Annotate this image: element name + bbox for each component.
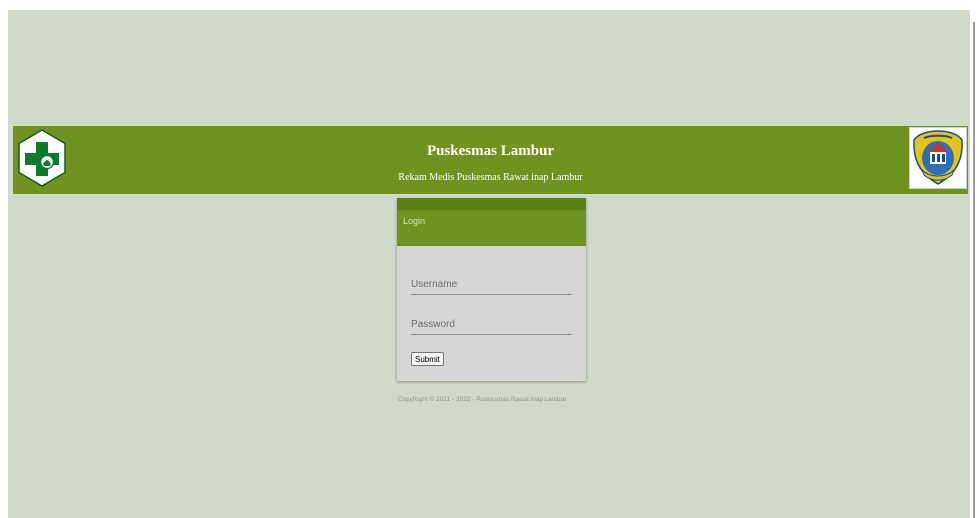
username-input[interactable] [411, 274, 571, 295]
submit-button[interactable]: Submit [411, 352, 444, 366]
login-title: Login [403, 216, 426, 226]
login-card: Login Submit [397, 198, 586, 381]
site-title: Puskesmas Lambur [426, 143, 555, 159]
copyright-text: CopyRight © 2021 - 2022 - Puskesmas Rawa… [398, 397, 567, 403]
login-card-topbar [397, 198, 586, 210]
site-subtitle: Rekam Medis Puskesmas Rawat inap Lambur [398, 172, 583, 183]
login-card-header [397, 210, 586, 246]
password-input[interactable] [411, 314, 571, 335]
header-banner: Puskesmas Lambur Rekam Medis Puskesmas R… [13, 126, 968, 194]
scrollbar-edge [973, 22, 975, 518]
regency-emblem-icon [909, 127, 967, 189]
